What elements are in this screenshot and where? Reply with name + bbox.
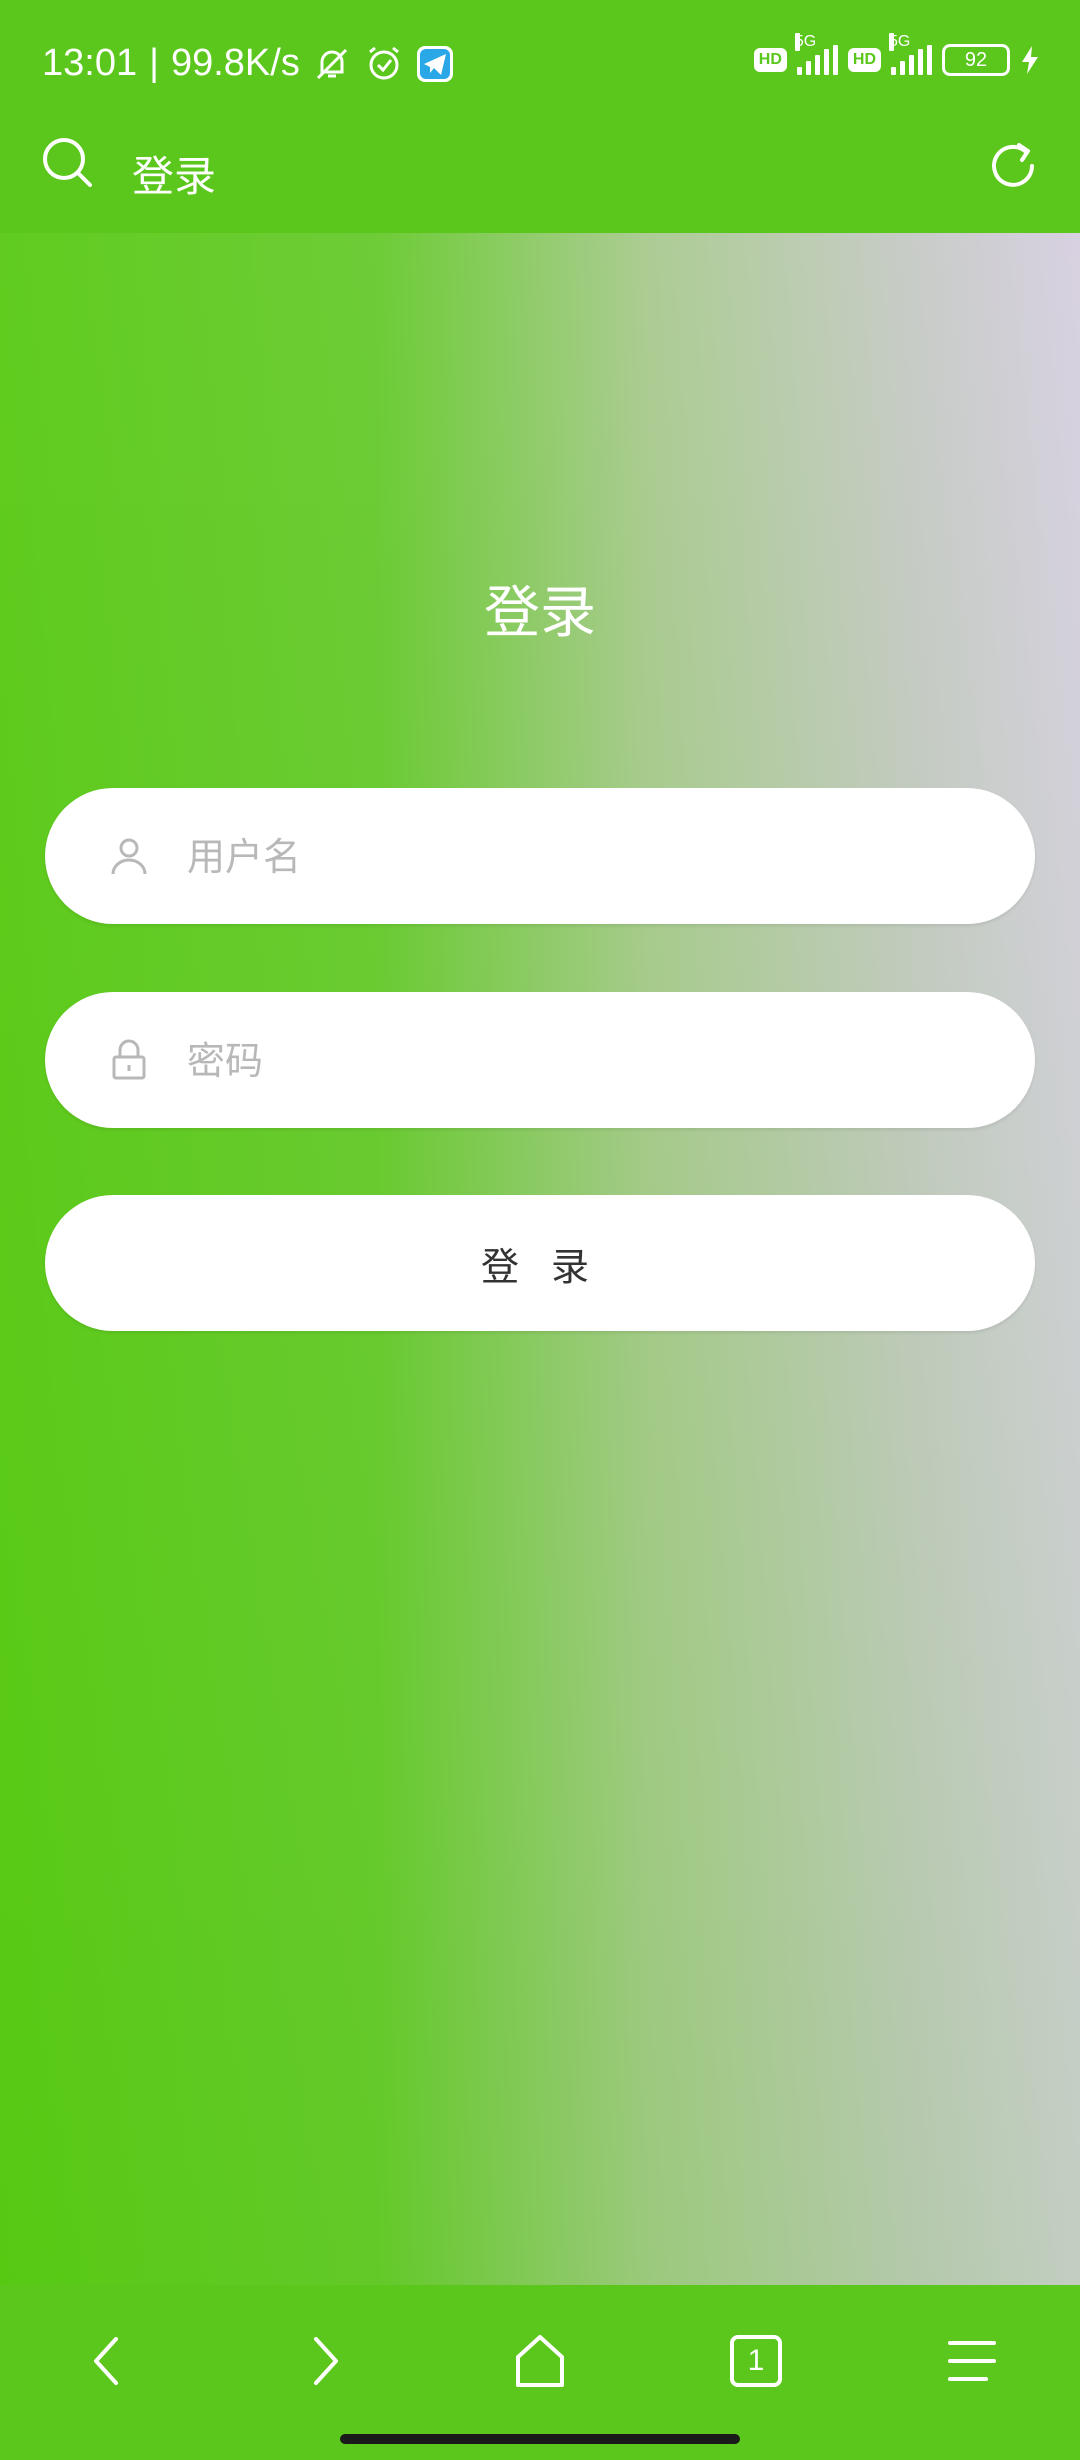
search-icon[interactable] [40, 135, 96, 191]
status-separator: | [149, 42, 159, 84]
home-icon[interactable] [504, 2325, 576, 2397]
lock-icon [112, 1039, 146, 1080]
password-input[interactable] [185, 992, 989, 1130]
status-time: 13:01 [42, 42, 138, 84]
network-type-2: 5G [889, 33, 911, 51]
user-icon [111, 838, 147, 875]
refresh-icon[interactable] [986, 139, 1040, 193]
signal-icon: 5G [794, 33, 838, 75]
forward-icon[interactable] [288, 2325, 360, 2397]
username-field[interactable] [45, 788, 1035, 926]
status-right: HD 5G HD 5G 92 [753, 33, 1040, 76]
app-header: 登录 [0, 135, 1080, 233]
network-type: 5G [794, 33, 817, 51]
telegram-icon [416, 45, 453, 82]
status-left: 13:01 | 99.8K/s [42, 42, 454, 85]
home-indicator[interactable] [340, 2434, 740, 2444]
status-bar: 13:01 | 99.8K/s HD 5G HD 5G 92 [0, 0, 1080, 135]
login-page: 登录 登 录 [0, 233, 1080, 2285]
tabs-button[interactable]: 1 [720, 2325, 792, 2397]
menu-icon[interactable] [936, 2325, 1008, 2397]
bolt-icon [1022, 46, 1038, 74]
back-icon[interactable] [72, 2325, 144, 2397]
password-field[interactable] [45, 992, 1035, 1130]
hd-badge-2: HD [847, 48, 881, 72]
battery-level: 92 [942, 44, 1010, 76]
username-input[interactable] [185, 788, 989, 926]
status-net-speed: 99.8K/s [170, 42, 300, 84]
mute-bell-icon [316, 48, 347, 79]
signal-icon-2: 5G [889, 33, 932, 75]
alarm-icon [368, 46, 399, 79]
login-title: 登录 [484, 581, 596, 646]
hd-badge: HD [753, 48, 787, 72]
header-title: 登录 [132, 152, 217, 201]
tab-count: 1 [747, 2344, 765, 2377]
login-button[interactable]: 登 录 [45, 1195, 1035, 1331]
